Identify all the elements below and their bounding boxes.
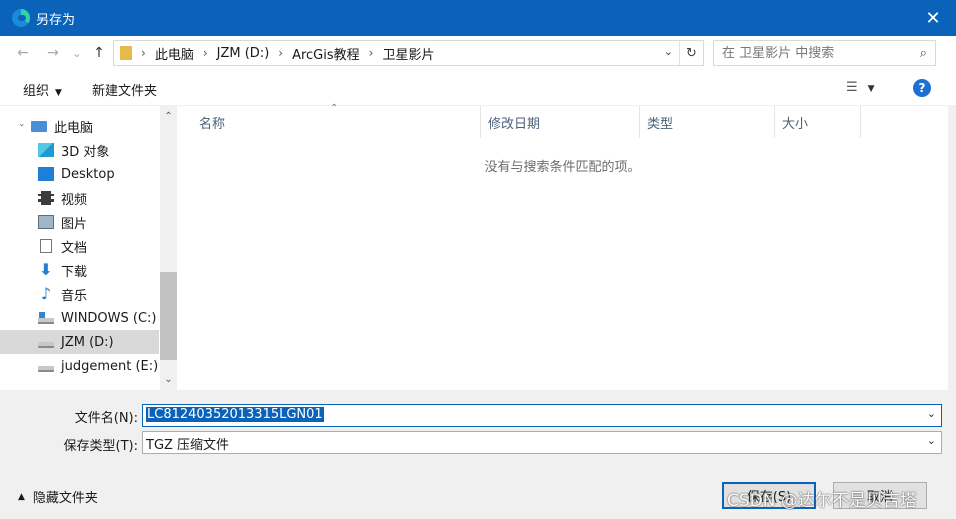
music-icon: ♪ [40,284,52,303]
navigation-bar: ← → ⌄ ↑ › 此电脑 › JZM (D:) › ArcGis教程 › 卫星… [0,36,956,72]
tree-item-3d-objects[interactable]: 3D 对象 [0,138,159,162]
tree-item-drive-c[interactable]: WINDOWS (C:) [0,306,159,330]
hide-folders-label: 隐藏文件夹 [32,491,98,506]
organize-button[interactable]: 组织 ▼ [23,80,62,99]
tree-item-pictures[interactable]: 图片 [0,210,159,234]
breadcrumb-separator-icon[interactable]: › [203,46,208,60]
caret-down-icon: ▼ [867,84,875,94]
tree-item-documents[interactable]: 文档 [0,234,159,258]
tree-item-downloads[interactable]: ⬇ 下载 [0,258,159,282]
tree-item-this-pc[interactable]: 此电脑 [0,114,159,138]
list-view-icon: ☰ [846,80,858,95]
up-arrow-icon[interactable]: ↑ [88,42,110,64]
folder-icon [120,46,132,60]
search-icon[interactable]: ⌕ [920,46,927,61]
download-icon: ⬇ [39,260,53,279]
scrollbar-thumb[interactable] [160,272,177,360]
breadcrumb-satellite[interactable]: 卫星影片 [382,44,434,63]
navigation-pane: › 此电脑 3D 对象 Desktop 视频 图片 文档 ⬇ 下载 ♪ 音乐 WIN… [0,106,160,390]
forward-arrow-icon[interactable]: → [42,42,64,64]
filename-label: 文件名(N): [74,411,138,426]
hide-folders-toggle[interactable]: ▲ 隐藏文件夹 [18,487,98,506]
drive-icon [38,366,54,372]
breadcrumb-separator-icon[interactable]: › [141,46,146,60]
caret-up-icon: ▲ [18,491,25,502]
column-header-type[interactable]: 类型 [639,106,775,138]
breadcrumb-separator-icon[interactable]: › [278,46,283,60]
save-form: 文件名(N): LC81240352013315LGN01 ⌄ 保存类型(T):… [0,390,956,519]
edge-app-icon [12,9,30,27]
filetype-value: TGZ 压缩文件 [146,438,230,453]
window-title: 另存为 [36,12,76,28]
search-input[interactable] [722,41,912,65]
video-icon [38,191,54,205]
view-options-button[interactable]: ☰ ▼ [846,80,875,95]
address-bar[interactable]: › 此电脑 › JZM (D:) › ArcGis教程 › 卫星影片 ⌄ ↻ [113,40,704,66]
tree-item-videos[interactable]: 视频 [0,186,159,210]
new-folder-button[interactable]: 新建文件夹 [92,80,157,99]
filetype-select[interactable]: TGZ 压缩文件 ⌄ [142,431,942,454]
filename-value[interactable]: LC81240352013315LGN01 [146,407,324,422]
empty-results-message: 没有与搜索条件匹配的项。 [484,160,641,175]
command-toolbar: 组织 ▼ 新建文件夹 ☰ ▼ [0,72,956,106]
breadcrumb-arcgis[interactable]: ArcGis教程 [292,44,360,63]
title-bar: 另存为 ✕ [0,0,956,36]
scroll-down-icon[interactable]: ⌄ [160,371,177,388]
tree-item-music[interactable]: ♪ 音乐 [0,282,159,306]
documents-icon [40,239,52,253]
scroll-up-icon[interactable]: ⌃ [160,108,177,125]
pictures-icon [38,215,54,229]
tree-item-drive-d[interactable]: JZM (D:) [0,330,159,354]
watermark-text: CSDN @达尔不是贝吉塔 [727,491,917,511]
organize-label: 组织 [23,84,50,99]
drive-icon [38,342,54,348]
breadcrumb-this-pc[interactable]: 此电脑 [155,44,194,63]
chevron-down-icon[interactable]: ⌄ [927,407,936,420]
computer-icon [31,120,47,132]
navigation-scrollbar[interactable]: ⌃ ⌄ [160,106,177,390]
3d-objects-icon [38,143,54,157]
address-dropdown-icon[interactable]: ⌄ [664,45,673,58]
back-arrow-icon[interactable]: ← [12,42,34,64]
desktop-icon [38,167,54,181]
windows-drive-icon [38,312,54,324]
filename-field[interactable]: LC81240352013315LGN01 ⌄ [142,404,942,427]
column-header-size[interactable]: 大小 [774,106,861,138]
column-header-name[interactable]: 名称 [191,106,481,138]
caret-down-icon: ▼ [55,88,62,98]
help-icon[interactable]: ? [913,79,931,97]
list-edge [948,106,956,390]
search-box[interactable]: ⌕ [713,40,936,66]
file-list: ⌃ 名称 修改日期 类型 大小 没有与搜索条件匹配的项。 [177,103,948,390]
chevron-down-icon[interactable]: ⌄ [927,434,936,447]
tree-item-desktop[interactable]: Desktop [0,162,159,186]
refresh-icon[interactable]: ↻ [679,41,703,65]
tree-item-drive-e[interactable]: judgement (E:) [0,354,159,378]
filetype-label: 保存类型(T): [63,439,138,454]
column-header-date-modified[interactable]: 修改日期 [480,106,640,138]
breadcrumb-drive-d[interactable]: JZM (D:) [217,46,270,61]
recent-locations-chevron-icon[interactable]: ⌄ [66,42,88,64]
breadcrumb-separator-icon[interactable]: › [369,46,374,60]
close-button[interactable]: ✕ [910,0,956,36]
